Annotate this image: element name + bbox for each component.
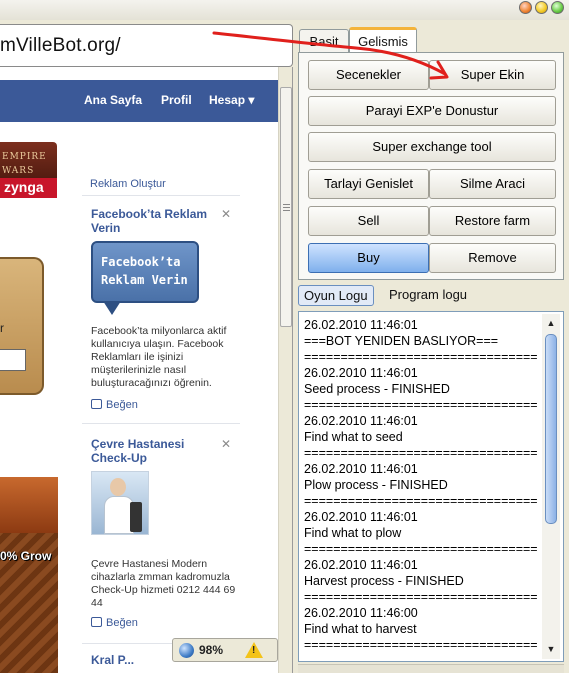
tab-oyun-logu[interactable]: Oyun Logu (298, 285, 374, 306)
like-icon (91, 617, 102, 627)
tab-gelismis[interactable]: Gelismis (349, 27, 417, 52)
log-line: Plow process - FINISHED (304, 478, 448, 492)
super-ekin-button[interactable]: Super Ekin (429, 60, 556, 90)
browser-statusbar: 98% ! (172, 638, 278, 662)
restore-farm-button[interactable]: Restore farm (429, 206, 556, 236)
log-line: Find what to plow (304, 526, 402, 540)
log-line: ================================ (304, 398, 538, 412)
create-ad-link[interactable]: Reklam Oluştur (90, 178, 166, 190)
ads-divider-2 (82, 423, 240, 424)
log-line: Harvest process - FINISHED (304, 574, 464, 588)
tab-program-logu[interactable]: Program logu (384, 285, 472, 306)
game-wood-panel: r (0, 257, 44, 395)
sell-button[interactable]: Sell (308, 206, 429, 236)
browser-scrollbar[interactable] (278, 67, 292, 673)
zoom-level[interactable]: 98% (199, 643, 223, 657)
log-line: Find what to seed (304, 430, 403, 444)
log-line: ================================ (304, 542, 538, 556)
ad1-image-text-2: Reklam Verin (101, 273, 188, 287)
maximize-icon[interactable] (551, 1, 564, 14)
secenekler-button[interactable]: Secenekler (308, 60, 429, 90)
ad1-image[interactable]: Facebook’ta Reklam Verin (91, 241, 199, 327)
empire-text-line1: EMPIRE (2, 152, 47, 162)
farm-preview-header (0, 477, 58, 533)
log-line: 26.02.2010 11:46:01 (304, 414, 418, 428)
farm-preview[interactable]: 0% Grow (0, 477, 58, 673)
gelismis-panel: Secenekler Super Ekin Parayi EXP'e Donus… (298, 52, 564, 280)
nav-ana-sayfa[interactable]: Ana Sayfa (84, 93, 142, 107)
ad1-title[interactable]: Facebook’ta Reklam Verin (91, 207, 217, 235)
empire-text-line2: WARS (2, 166, 35, 176)
buy-button[interactable]: Buy (308, 243, 429, 273)
ad1-like-button[interactable]: Beğen (91, 399, 138, 411)
log-tabs: Oyun Logu Program logu (298, 284, 564, 308)
facebook-topbar: Ana Sayfa Profil Hesap ▾ (0, 80, 278, 122)
warning-icon[interactable]: ! (245, 642, 263, 658)
log-line: Find what to harvest (304, 622, 417, 636)
ad2-body: Çevre Hastanesi Modern cihazlarla zmman … (91, 558, 236, 609)
ad1-image-text-1: Facebook’ta (101, 255, 181, 269)
tab-basit[interactable]: Basit (299, 29, 349, 52)
ad2-title[interactable]: Çevre Hastanesi Check-Up (91, 437, 201, 465)
log-line: 26.02.2010 11:46:01 (304, 318, 418, 332)
super-exchange-button[interactable]: Super exchange tool (308, 132, 556, 162)
nav-profil[interactable]: Profil (161, 93, 192, 107)
tarlayi-genislet-button[interactable]: Tarlayi Genislet (308, 169, 429, 199)
log-line: ===BOT YENIDEN BASLIYOR=== (304, 334, 499, 348)
parayi-exp-button[interactable]: Parayi EXP'e Donustur (308, 96, 556, 126)
wood-panel-input[interactable] (0, 349, 26, 371)
farm-grow-label: 0% Grow (0, 549, 52, 563)
browser-scrollbar-thumb[interactable] (280, 87, 292, 327)
log-line: 26.02.2010 11:46:00 (304, 606, 418, 620)
wood-panel-text: r (0, 321, 4, 335)
address-bar[interactable]: mVilleBot.org/ (0, 24, 293, 67)
zynga-label: zynga (4, 179, 44, 195)
minimize-icon[interactable] (535, 1, 548, 14)
ad1-close-icon[interactable]: ✕ (221, 207, 231, 221)
log-line: 26.02.2010 11:46:01 (304, 510, 418, 524)
log-line: Seed process - FINISHED (304, 382, 450, 396)
remove-button[interactable]: Remove (429, 243, 556, 273)
ad2-image[interactable] (91, 471, 149, 535)
log-line: ================================ (304, 590, 538, 604)
log-line: ================================ (304, 494, 538, 508)
ad2-close-icon[interactable]: ✕ (221, 437, 231, 451)
scroll-up-icon[interactable]: ▲ (544, 316, 558, 330)
panel-bottom-strip (298, 664, 564, 673)
ad1-like-label: Beğen (106, 399, 138, 411)
globe-icon (179, 643, 194, 658)
log-line: ================================ (304, 350, 538, 364)
log-line: 26.02.2010 11:46:01 (304, 366, 418, 380)
log-scrollbar-thumb[interactable] (545, 334, 557, 524)
like-icon (91, 399, 102, 409)
zynga-logo[interactable]: zynga (0, 178, 57, 198)
silme-araci-button[interactable]: Silme Araci (429, 169, 556, 199)
close-icon[interactable] (519, 1, 532, 14)
log-line: 26.02.2010 11:46:01 (304, 462, 418, 476)
nav-hesap[interactable]: Hesap ▾ (209, 93, 254, 107)
window-titlebar (0, 0, 569, 20)
scroll-down-icon[interactable]: ▼ (544, 642, 558, 656)
log-line: ================================ (304, 638, 538, 652)
screen: mVilleBot.org/ Ana Sayfa Profil Hesap ▾ … (0, 0, 569, 673)
log-scrollbar[interactable]: ▲ ▼ (542, 314, 560, 659)
browser-viewport: Ana Sayfa Profil Hesap ▾ EMPIRE WARS zyn… (0, 67, 293, 673)
address-url: mVilleBot.org/ (0, 35, 121, 56)
ads-divider (82, 195, 240, 196)
log-line: 26.02.2010 11:46:01 (304, 558, 418, 572)
log-line: ================================ (304, 446, 538, 460)
ad2-like-button[interactable]: Beğen (91, 617, 138, 629)
ad1-body: Facebook’ta milyonlarca aktif kullanıcıy… (91, 325, 227, 389)
log-textbox[interactable]: 26.02.2010 11:46:01 ===BOT YENIDEN BASLIY… (298, 311, 564, 662)
ad2-like-label: Beğen (106, 617, 138, 629)
